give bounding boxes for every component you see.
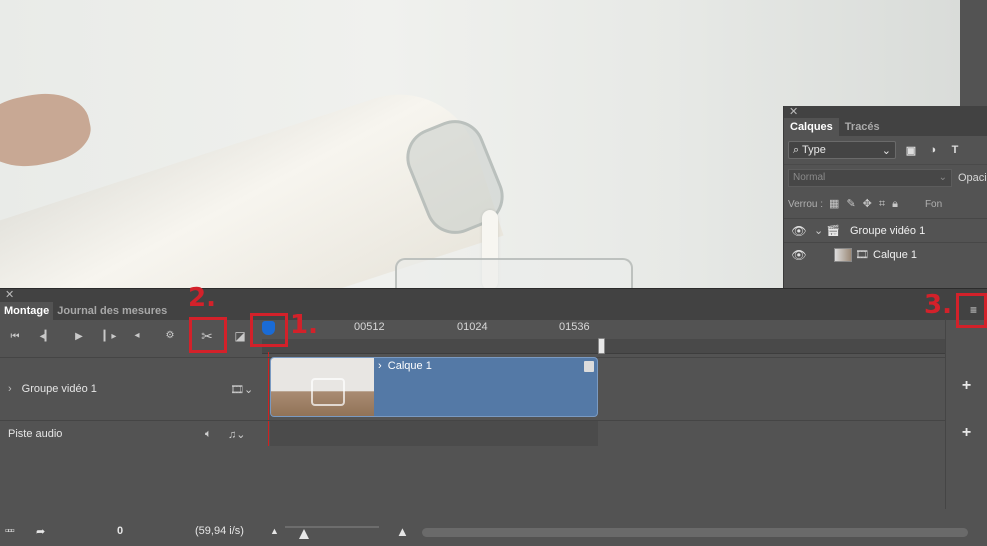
layers-panel: ✕ Calques Tracés ⌕ Type ⌄ ▣ ◑ T Normal ⌄ … (783, 106, 987, 288)
annotation-label-2: 2. (188, 283, 216, 313)
tab-montage[interactable]: Montage (0, 302, 54, 320)
eye-icon[interactable]: 👁︎ (784, 248, 814, 262)
chevron-down-icon[interactable]: ⌄ (814, 224, 826, 237)
blend-mode-select[interactable]: Normal ⌄ (788, 168, 952, 187)
layer-filter-select[interactable]: ⌕ Type ⌄ (788, 141, 896, 159)
opacity-label: Opaci (958, 171, 987, 184)
lock-icons: ▦ ✎ ✥ ⌗ 🔒︎ (829, 197, 905, 211)
annotation-label-3: 3. (924, 290, 952, 320)
track-name: Piste audio (8, 428, 63, 440)
layer-row[interactable]: 👁︎ 🎞︎ Calque 1 (784, 242, 987, 266)
layer-filter-value: Type (802, 143, 826, 156)
close-icon[interactable]: ✕ (789, 105, 798, 118)
layers-filter-row: ⌕ Type ⌄ ▣ ◑ T (784, 136, 987, 164)
image-filter-icon[interactable]: ▣ (904, 143, 918, 157)
track-video-group[interactable]: › Groupe vidéo 1 🎞︎⌄ (0, 357, 262, 420)
search-icon: ⌕ (793, 143, 800, 156)
clip-label: Calque 1 (387, 360, 432, 372)
layer-name: Calque 1 (873, 248, 918, 261)
audio-region (270, 421, 598, 446)
clip-options-icon[interactable] (584, 361, 594, 372)
adjustment-filter-icon[interactable]: ◑ (926, 143, 940, 157)
timeline-tabs: Montage Journal des mesures (0, 302, 987, 320)
render-video-icon[interactable]: ▫▫▫ (5, 525, 15, 537)
canvas-glass-shape (395, 258, 633, 288)
clip-thumbnail (271, 358, 374, 416)
blend-mode-value: Normal (793, 171, 826, 183)
zoom-in-icon[interactable]: ▲ (396, 524, 409, 539)
chevron-right-icon[interactable]: › (8, 383, 12, 395)
canvas-hand-shape (0, 84, 97, 176)
track-name: Groupe vidéo 1 (21, 383, 97, 395)
audio-icon[interactable]: ◂ (129, 330, 145, 341)
annotation-box-panel-menu (956, 293, 987, 328)
ruler-tick: 01536 (559, 321, 590, 333)
chevron-down-icon: ⌄ (881, 144, 891, 157)
tab-calques[interactable]: Calques (784, 118, 839, 136)
clip-name: › Calque 1 (378, 360, 432, 372)
lock-position-icon[interactable]: ✥ (863, 198, 872, 210)
tab-journal[interactable]: Journal des mesures (53, 302, 171, 320)
timeline-right-column (945, 319, 987, 509)
video-clip[interactable]: › Calque 1 (270, 357, 598, 417)
ruler-tick: 01024 (457, 321, 488, 333)
chevron-down-icon: ⌄ (938, 171, 947, 183)
zoom-slider-track[interactable] (285, 526, 379, 528)
gear-icon[interactable]: ⚙ (162, 330, 178, 341)
current-frame: 0 (117, 525, 124, 537)
close-icon[interactable]: ✕ (5, 288, 14, 301)
annotation-label-1: 1. (290, 310, 318, 340)
annotation-box-playhead (250, 313, 288, 347)
lock-label: Verrou : (788, 198, 824, 210)
eye-icon[interactable]: 👁︎ (784, 224, 814, 238)
previous-frame-icon[interactable]: ◂▎ (38, 331, 54, 342)
music-note-dropdown-icon[interactable]: ♫⌄ (228, 428, 245, 441)
zoom-out-icon[interactable]: ▲ (270, 526, 279, 536)
lock-row: Verrou : ▦ ✎ ✥ ⌗ 🔒︎ Fon (784, 190, 987, 218)
blend-row: Normal ⌄ Opaci (784, 164, 987, 190)
timeline-scrollbar[interactable] (422, 528, 968, 537)
timeline-closebar: ✕ (0, 289, 987, 302)
layer-row[interactable]: 👁︎ ⌄ 🎬︎ Groupe vidéo 1 (784, 218, 987, 242)
type-filter-icon[interactable]: T (948, 143, 962, 157)
lock-pixels-icon[interactable]: ✎ (846, 198, 855, 210)
skip-first-icon[interactable]: ⏮ (7, 331, 23, 342)
volume-icon[interactable]: 🔈︎ (205, 428, 212, 441)
layer-name: Groupe vidéo 1 (850, 224, 926, 237)
fill-label: Fon (924, 198, 943, 210)
annotation-box-split (189, 317, 227, 353)
frame-rate: (59,94 i/s) (195, 525, 244, 537)
track-audio[interactable]: Piste audio 🔈︎ ♫⌄ (0, 420, 262, 447)
tab-traces[interactable]: Tracés (839, 118, 886, 136)
time-ruler[interactable]: 00512 01024 01536 (262, 319, 945, 339)
transition-icon[interactable]: ◪ (232, 329, 248, 343)
layers-panel-closebar: ✕ (784, 106, 987, 118)
film-dropdown-icon[interactable]: 🎞︎⌄ (230, 383, 253, 396)
artboard-icon[interactable]: ⌗ (879, 198, 885, 210)
layer-thumbnail (834, 247, 852, 262)
lock-transparency-icon[interactable]: ▦ (829, 198, 839, 210)
export-arrow-icon[interactable]: ➦ (36, 525, 45, 538)
layers-tabs: Calques Tracés (784, 118, 987, 136)
film-clapper-icon: 🎬︎ (826, 225, 840, 237)
play-icon[interactable]: ▶ (71, 331, 87, 342)
work-area-end-handle[interactable] (598, 338, 605, 354)
chevron-right-icon[interactable]: › (378, 360, 382, 372)
next-frame-icon[interactable]: ▎▸ (102, 331, 118, 342)
film-icon: 🎞︎ (855, 249, 869, 261)
lock-all-icon[interactable]: 🔒︎ (892, 198, 898, 210)
ruler-tick: 00512 (354, 321, 385, 333)
